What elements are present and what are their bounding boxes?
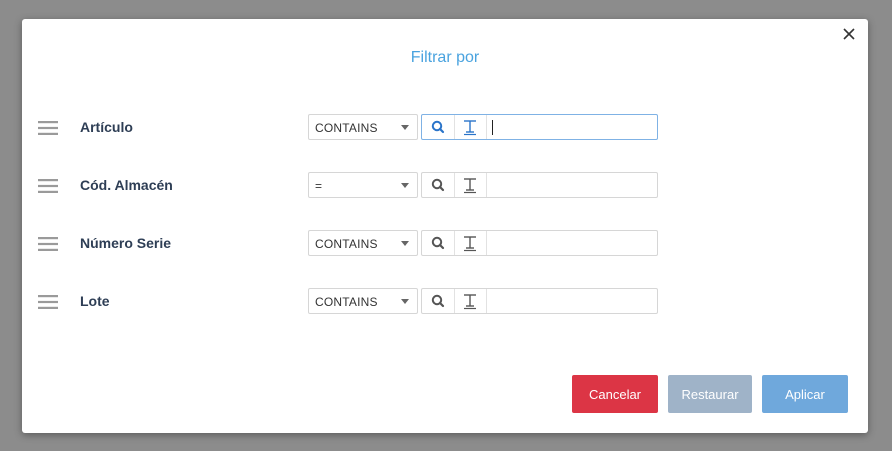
operator-select[interactable]: = [308,172,418,198]
search-icon [431,178,445,192]
filter-row-lote: Lote CONTAINS [22,288,868,316]
operator-select[interactable]: CONTAINS [308,230,418,256]
field-label: Número Serie [80,235,172,251]
filter-value-input[interactable] [488,174,660,196]
close-icon [843,28,855,40]
text-mode-button[interactable] [454,289,487,313]
text-mode-button[interactable] [454,173,487,197]
hamburger-icon[interactable] [38,295,58,309]
operator-select[interactable]: CONTAINS [308,114,418,140]
hamburger-icon[interactable] [38,121,58,135]
search-button[interactable] [422,115,455,139]
filter-row-articulo: Artículo CONTAINS [22,114,868,142]
text-mode-button[interactable] [454,231,487,255]
text-icon [464,294,476,310]
filter-value-input[interactable] [488,116,660,138]
chevron-down-icon [401,125,409,130]
apply-button[interactable]: Aplicar [762,375,848,413]
search-button[interactable] [422,289,455,313]
search-icon [431,120,445,134]
value-field [421,288,660,314]
chevron-down-icon [401,299,409,304]
dialog-title: Filtrar por [410,49,480,66]
operator-value: CONTAINS [315,237,378,251]
text-icon [464,236,476,252]
text-cursor [492,120,493,135]
operator-value: CONTAINS [315,121,378,135]
cancel-button[interactable]: Cancelar [572,375,658,413]
field-label: Artículo [80,119,133,135]
chevron-down-icon [401,241,409,246]
operator-select[interactable]: CONTAINS [308,288,418,314]
filter-row-numero-serie: Número Serie CONTAINS [22,230,868,258]
operator-value: CONTAINS [315,295,378,309]
filter-dialog: Filtrar por Artículo CONTAINS Cód. Almac… [22,19,868,433]
filter-value-input[interactable] [488,290,660,312]
value-field [421,172,660,198]
search-icon [431,294,445,308]
field-label: Lote [80,293,110,309]
hamburger-icon[interactable] [38,179,58,193]
filter-row-cod-almacen: Cód. Almacén = [22,172,868,200]
chevron-down-icon [401,183,409,188]
search-icon [431,236,445,250]
field-label: Cód. Almacén [80,177,173,193]
value-field [421,230,660,256]
text-icon [464,120,476,136]
text-icon [464,178,476,194]
reset-button[interactable]: Restaurar [668,375,752,413]
text-mode-button[interactable] [454,115,487,139]
search-button[interactable] [422,173,455,197]
hamburger-icon[interactable] [38,237,58,251]
search-button[interactable] [422,231,455,255]
filter-value-input[interactable] [488,232,660,254]
close-button[interactable] [840,25,858,43]
operator-value: = [315,179,323,193]
value-field [421,114,660,140]
